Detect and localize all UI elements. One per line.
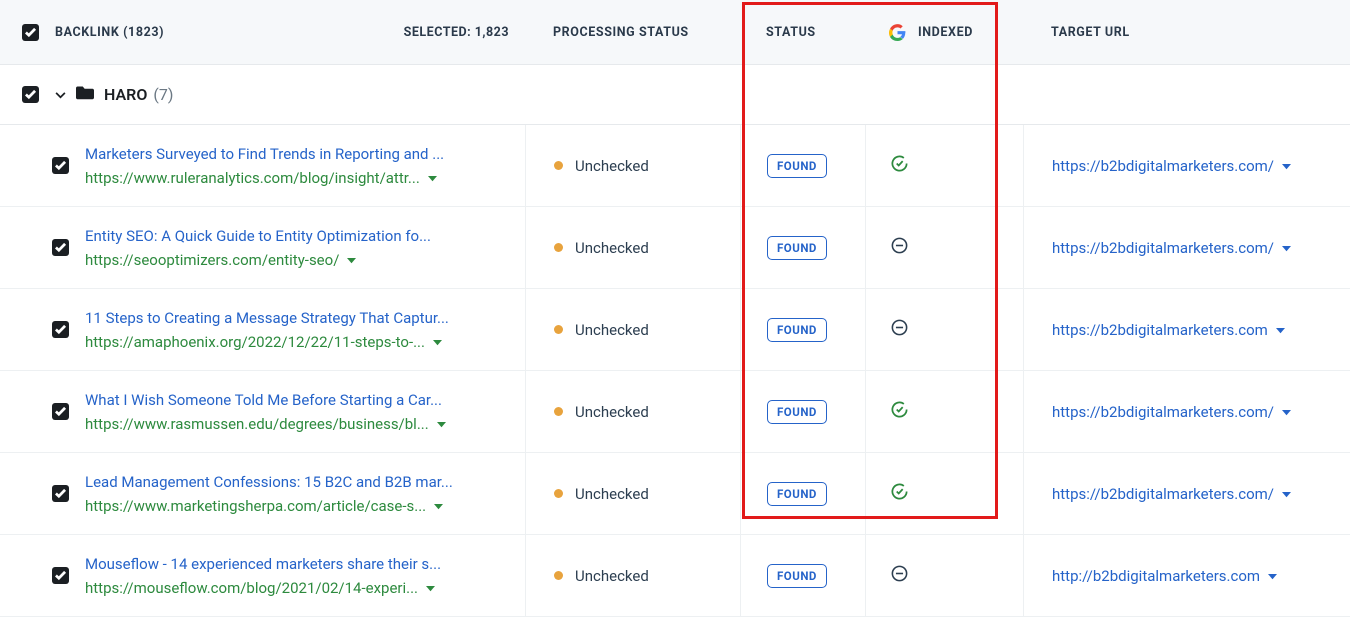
status-badge: FOUND <box>767 564 827 588</box>
table-row: Lead Management Confessions: 15 B2C and … <box>0 453 1350 535</box>
processing-status-text: Unchecked <box>575 321 649 339</box>
indexed-dash-icon <box>890 318 909 341</box>
backlink-url[interactable]: https://www.rasmussen.edu/degrees/busine… <box>85 415 429 433</box>
url-dropdown-caret[interactable] <box>434 498 443 514</box>
backlink-url[interactable]: https://www.marketingsherpa.com/article/… <box>85 497 426 515</box>
target-url-link[interactable]: https://b2bdigitalmarketers.com/ <box>1052 485 1274 503</box>
indexed-dash-icon <box>890 236 909 259</box>
backlink-url[interactable]: https://www.ruleranalytics.com/blog/insi… <box>85 169 420 187</box>
backlink-title[interactable]: Marketers Surveyed to Find Trends in Rep… <box>85 145 505 163</box>
row-checkbox[interactable] <box>52 239 69 256</box>
target-dropdown-caret[interactable] <box>1276 322 1285 338</box>
backlink-title[interactable]: 11 Steps to Creating a Message Strategy … <box>85 309 505 327</box>
url-dropdown-caret[interactable] <box>428 170 437 186</box>
target-dropdown-caret[interactable] <box>1282 404 1291 420</box>
processing-status-text: Unchecked <box>575 157 649 175</box>
indexed-header: INDEXED <box>918 25 973 40</box>
backlink-url[interactable]: https://mouseflow.com/blog/2021/02/14-ex… <box>85 579 418 597</box>
row-checkbox[interactable] <box>52 403 69 420</box>
processing-status-dot <box>554 243 563 252</box>
table-row: Entity SEO: A Quick Guide to Entity Opti… <box>0 207 1350 289</box>
status-badge: FOUND <box>767 318 827 342</box>
folder-icon <box>76 85 104 104</box>
url-dropdown-caret[interactable] <box>347 252 356 268</box>
indexed-check-icon <box>890 400 909 423</box>
group-count: (7) <box>153 85 173 104</box>
url-dropdown-caret[interactable] <box>426 580 435 596</box>
status-badge: FOUND <box>767 236 827 260</box>
indexed-check-icon <box>890 482 909 505</box>
target-url-link[interactable]: https://b2bdigitalmarketers.com <box>1052 321 1268 339</box>
target-dropdown-caret[interactable] <box>1282 486 1291 502</box>
group-row[interactable]: HARO (7) <box>0 65 1350 125</box>
target-url-link[interactable]: https://b2bdigitalmarketers.com/ <box>1052 157 1274 175</box>
group-checkbox[interactable] <box>22 86 39 103</box>
backlink-url[interactable]: https://amaphoenix.org/2022/12/22/11-ste… <box>85 333 425 351</box>
processing-status-dot <box>554 571 563 580</box>
processing-status-text: Unchecked <box>575 239 649 257</box>
processing-status-dot <box>554 489 563 498</box>
target-url-link[interactable]: https://b2bdigitalmarketers.com/ <box>1052 403 1274 421</box>
backlink-header: BACKLINK (1823) <box>55 25 164 40</box>
backlink-title[interactable]: Mouseflow - 14 experienced marketers sha… <box>85 555 505 573</box>
backlink-title[interactable]: Lead Management Confessions: 15 B2C and … <box>85 473 505 491</box>
table-row: 11 Steps to Creating a Message Strategy … <box>0 289 1350 371</box>
backlink-title[interactable]: What I Wish Someone Told Me Before Start… <box>85 391 505 409</box>
processing-status-dot <box>554 407 563 416</box>
url-dropdown-caret[interactable] <box>433 334 442 350</box>
table-row: What I Wish Someone Told Me Before Start… <box>0 371 1350 453</box>
table-row: Mouseflow - 14 experienced marketers sha… <box>0 535 1350 617</box>
target-dropdown-caret[interactable] <box>1268 568 1277 584</box>
target-dropdown-caret[interactable] <box>1282 158 1291 174</box>
row-checkbox[interactable] <box>52 321 69 338</box>
table-row: Marketers Surveyed to Find Trends in Rep… <box>0 125 1350 207</box>
processing-status-text: Unchecked <box>575 485 649 503</box>
row-checkbox[interactable] <box>52 485 69 502</box>
processing-status-text: Unchecked <box>575 403 649 421</box>
selected-count: SELECTED: 1,823 <box>404 25 509 40</box>
status-badge: FOUND <box>767 400 827 424</box>
indexed-check-icon <box>890 154 909 177</box>
processing-status-text: Unchecked <box>575 567 649 585</box>
backlink-url[interactable]: https://seooptimizers.com/entity-seo/ <box>85 251 339 269</box>
status-badge: FOUND <box>767 154 827 178</box>
row-checkbox[interactable] <box>52 567 69 584</box>
status-header: STATUS <box>766 25 816 40</box>
select-all-checkbox[interactable] <box>22 24 39 41</box>
target-url-link[interactable]: http://b2bdigitalmarketers.com <box>1052 567 1260 585</box>
chevron-down-icon[interactable] <box>55 87 66 103</box>
table-header: BACKLINK (1823) SELECTED: 1,823 PROCESSI… <box>0 0 1350 65</box>
indexed-dash-icon <box>890 564 909 587</box>
processing-status-header: PROCESSING STATUS <box>553 25 689 40</box>
target-url-link[interactable]: https://b2bdigitalmarketers.com/ <box>1052 239 1274 257</box>
processing-status-dot <box>554 161 563 170</box>
google-icon <box>889 24 906 41</box>
row-checkbox[interactable] <box>52 157 69 174</box>
status-badge: FOUND <box>767 482 827 506</box>
target-url-header: TARGET URL <box>1051 25 1130 40</box>
backlink-title[interactable]: Entity SEO: A Quick Guide to Entity Opti… <box>85 227 505 245</box>
group-name: HARO <box>104 85 147 104</box>
url-dropdown-caret[interactable] <box>437 416 446 432</box>
target-dropdown-caret[interactable] <box>1282 240 1291 256</box>
processing-status-dot <box>554 325 563 334</box>
